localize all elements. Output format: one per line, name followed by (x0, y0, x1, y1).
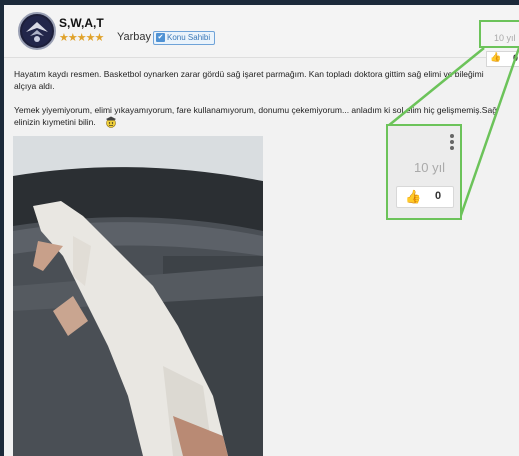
zoom-source-highlight (479, 20, 519, 48)
like-count: 0 (435, 190, 442, 202)
like-button[interactable]: 👍 0 (396, 186, 454, 208)
callout-date: 10 yıl (414, 160, 446, 175)
zoom-callout: 10 yıl 👍 0 (386, 124, 462, 220)
zoom-connector-lines (387, 47, 519, 219)
more-vertical-icon[interactable] (450, 134, 454, 152)
thumbs-up-icon: 👍 (405, 189, 422, 204)
